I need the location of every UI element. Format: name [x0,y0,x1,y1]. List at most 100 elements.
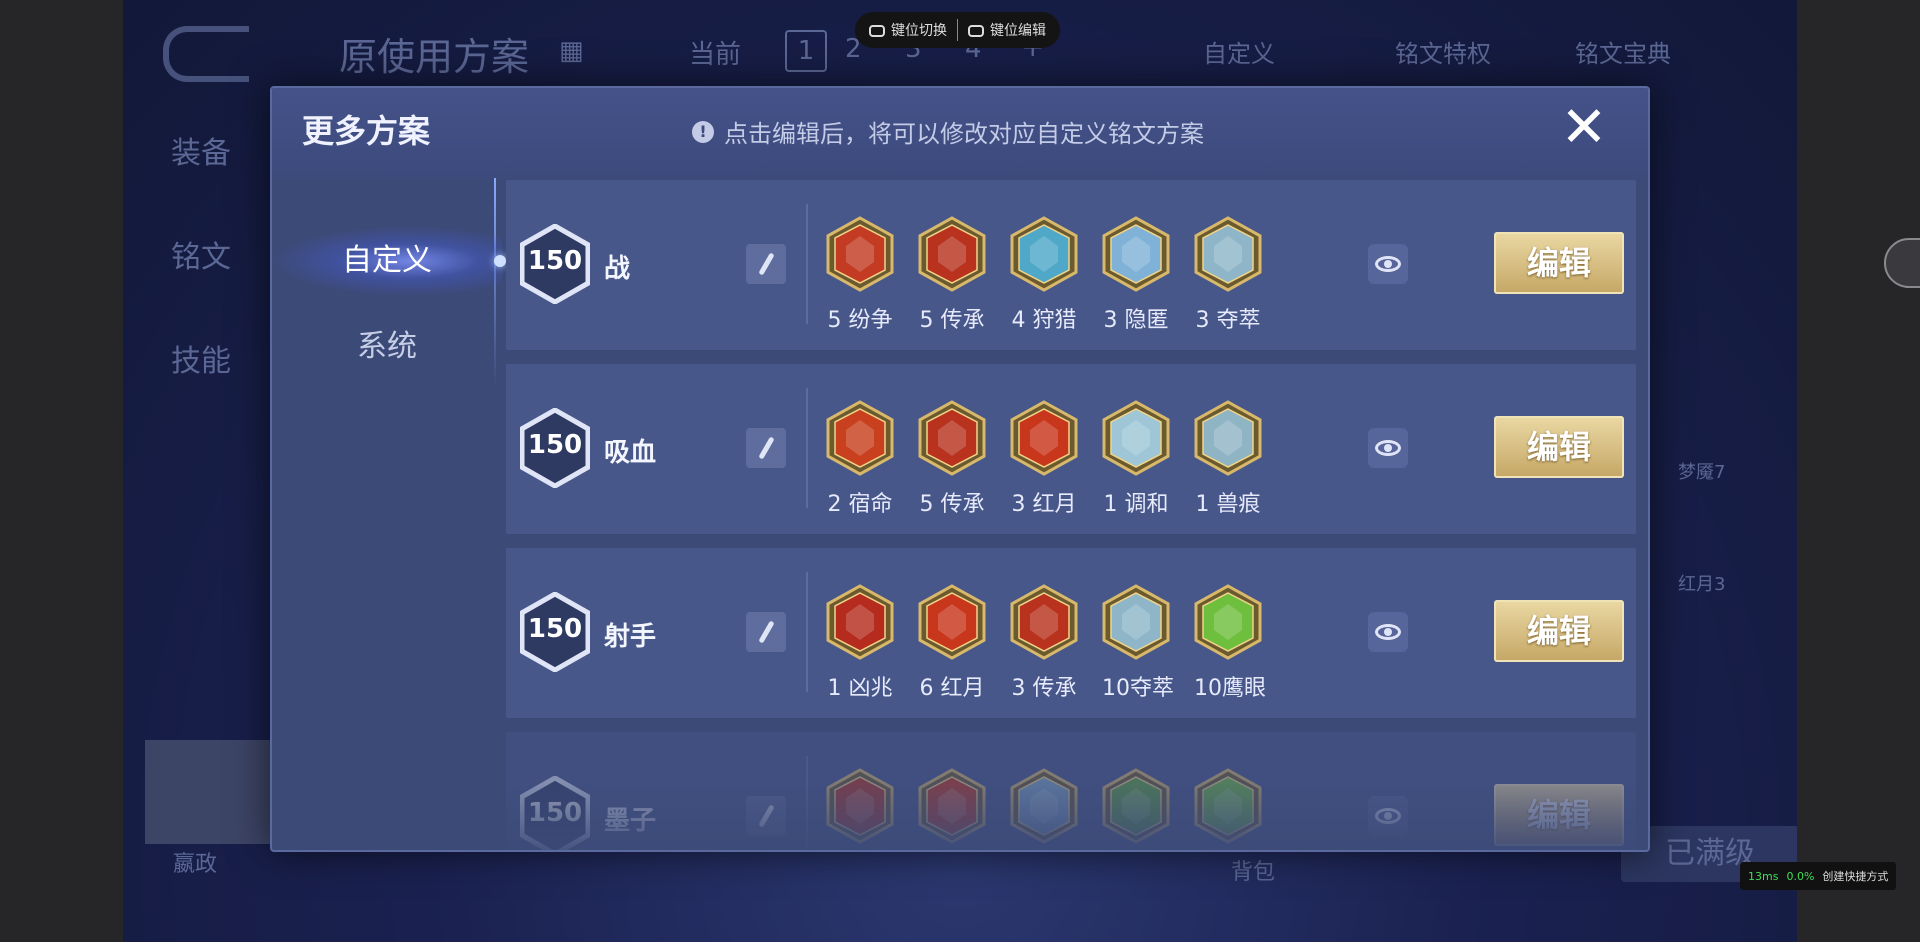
edit-button[interactable]: 编辑 [1494,416,1624,478]
rune-count-label: 6 红月 [919,676,985,701]
level-number: 150 [527,614,583,644]
rune-item: 6 红月 [918,584,986,702]
rune-gem-icon [1102,216,1170,292]
rune-set: 1 凶兆 6 红月 3 传承 10夺萃 10鹰眼 [826,584,1266,702]
level-number: 150 [527,430,583,460]
key-switch[interactable]: 键位切换 [869,20,947,40]
rune-gem-icon [1194,216,1262,292]
rune-gem-icon [826,584,894,660]
hero-avatar[interactable] [145,740,273,844]
rune-gem-icon [918,584,986,660]
perf-overlay: 13ms 0.0% 创建快捷方式 [1740,862,1897,890]
privilege-button[interactable]: 铭文特权 [1395,34,1491,69]
rune-set: 2 宿命 5 传承 3 红月 1 调和 1 兽痕 [826,400,1262,518]
tab-system-label: 系统 [357,329,417,364]
latency: 13ms [1748,869,1779,883]
level-hex-badge: 150 [520,224,590,304]
rename-pencil-icon[interactable] [746,612,786,652]
level-hex-badge: 150 [520,592,590,672]
rune-gem-icon [1194,584,1262,660]
active-dot [494,255,506,267]
page-1[interactable]: 1 [785,30,827,72]
scheme-row: 150 射手 1 凶兆 6 红月 3 传承 10夺萃 10鹰眼 编辑 [506,548,1636,718]
rune-count-label: 10夺萃 [1102,676,1174,701]
packet-loss: 0.0% [1786,869,1815,883]
key-edit-label: 键位编辑 [990,23,1046,39]
rune-count-label: 2 宿命 [827,492,893,517]
rune-count-label: 1 兽痕 [1195,492,1261,517]
info-icon: ! [692,120,714,143]
preview-eye-icon[interactable] [1368,244,1408,284]
scheme-title: 原使用方案 [339,35,530,79]
side-tab-equipment[interactable]: 装备 [171,128,231,172]
rename-pencil-icon[interactable] [746,428,786,468]
rune-count-label: 1 调和 [1103,492,1169,517]
back-icon[interactable] [163,26,249,82]
rune-item: 3 红月 [1010,400,1078,518]
scroll-fade [506,780,1636,850]
rune-gem-icon [1010,584,1078,660]
custom-label[interactable]: 自定义 [1203,34,1275,69]
rune-gem-icon [1010,400,1078,476]
modal-title: 更多方案 [302,112,431,150]
rune-item: 4 狩猎 [1010,216,1078,334]
rune-item: 3 夺萃 [1194,216,1262,334]
edit-button[interactable]: 编辑 [1494,232,1624,294]
rune-gem-icon [918,216,986,292]
rune-item: 10鹰眼 [1194,584,1266,702]
scheme-name: 射手 [604,622,657,652]
side-tab-skills[interactable]: 技能 [171,336,231,380]
rune-count-label: 5 纷争 [827,308,893,333]
rename-pencil-icon[interactable] [746,244,786,284]
rune-item: 5 纷争 [826,216,894,334]
rune-count-label: 5 传承 [919,308,985,333]
rune-gem-icon [1194,400,1262,476]
gamepad-icon [869,25,885,37]
modal-hint: ! 点击编辑后，将可以修改对应自定义铭文方案 [692,114,1204,149]
rune-gem-icon [1102,584,1170,660]
rune-count-label: 3 隐匿 [1103,308,1169,333]
rune-item: 1 兽痕 [1194,400,1262,518]
rune-count-label: 5 传承 [919,492,985,517]
rune-item: 5 传承 [918,400,986,518]
gamepad-icon [968,25,984,37]
rune-item: 3 传承 [1010,584,1078,702]
edit-button[interactable]: 编辑 [1494,600,1624,662]
bag-label[interactable]: 背包 [1231,854,1275,886]
key-hint-bar: 键位切换 键位编辑 [855,12,1060,48]
preview-eye-icon[interactable] [1368,612,1408,652]
tab-system[interactable]: 系统 [272,312,502,382]
create-shortcut[interactable]: 创建快捷方式 [1822,868,1888,884]
hint-text: 点击编辑后，将可以修改对应自定义铭文方案 [724,120,1204,148]
side-tab-runes[interactable]: 铭文 [171,232,231,276]
treasure-button[interactable]: 铭文宝典 [1575,34,1671,69]
tab-custom[interactable]: 自定义 [272,226,506,296]
grid-icon[interactable]: ▦ [559,36,584,66]
current-label: 当前 [689,40,742,70]
rune-count-label: 4 狩猎 [1011,308,1077,333]
rune-count-label: 1 凶兆 [827,676,893,701]
divider [806,204,808,324]
rune-gem-icon [1010,216,1078,292]
rune-count-label: 3 夺萃 [1195,308,1261,333]
divider [806,388,808,508]
key-edit[interactable]: 键位编辑 [968,20,1046,40]
more-schemes-modal: 更多方案 ! 点击编辑后，将可以修改对应自定义铭文方案 ✕ 自定义 系统 150… [270,86,1650,852]
preview-eye-icon[interactable] [1368,428,1408,468]
modal-header: 更多方案 ! 点击编辑后，将可以修改对应自定义铭文方案 ✕ [272,88,1648,178]
rune-gem-icon [1102,400,1170,476]
level-hex-badge: 150 [520,408,590,488]
rune-set: 5 纷争 5 传承 4 狩猎 3 隐匿 3 夺萃 [826,216,1262,334]
key-switch-label: 键位切换 [891,23,947,39]
rune-item: 1 调和 [1102,400,1170,518]
rune-gem-icon [826,400,894,476]
scheme-name: 战 [604,254,631,284]
rune-item: 2 宿命 [826,400,894,518]
level-number: 150 [527,246,583,276]
rune-gem-icon [918,400,986,476]
right-letterbox [1797,0,1920,942]
left-letterbox [0,0,123,942]
rune-count-label: 3 传承 [1011,676,1077,701]
rune-count-label: 10鹰眼 [1194,676,1266,701]
close-button[interactable]: ✕ [1556,100,1612,158]
